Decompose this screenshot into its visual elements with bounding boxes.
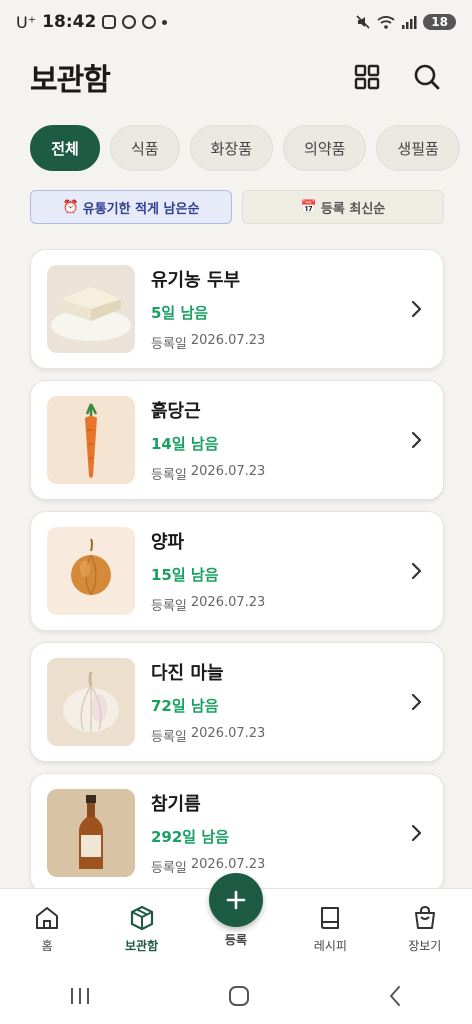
status-time: 18:42 — [42, 12, 97, 32]
grid-icon — [354, 64, 380, 90]
item-remaining: 292일 남음 — [151, 828, 229, 846]
item-registered: 등록일 2026.07.23 — [151, 464, 427, 483]
nav-recipe[interactable]: 레시피 — [295, 905, 365, 954]
item-name: 참기름 — [151, 794, 201, 815]
nav-home-label: 홈 — [41, 939, 53, 953]
item-registered: 등록일 2026.07.23 — [151, 726, 427, 745]
search-button[interactable] — [412, 62, 442, 92]
tofu-image — [47, 265, 135, 353]
app-header: 보관함 — [0, 52, 472, 102]
sort-expiry-label: 유통기한 적게 남은순 — [82, 201, 200, 217]
item-list: 유기농 두부 5일 남음 등록일 2026.07.23 흙당근 14일 남음 등… — [30, 249, 444, 904]
garlic-image — [47, 658, 135, 746]
bottom-nav: 홈 보관함 등록 레시피 장보기 — [0, 873, 472, 968]
battery-indicator: 18 — [423, 14, 456, 30]
list-item[interactable]: 다진 마늘 72일 남음 등록일 2026.07.23 — [30, 642, 444, 762]
registered-date: 2026.07.23 — [190, 595, 266, 610]
category-chip-food[interactable]: 식품 — [110, 125, 180, 171]
item-registered: 등록일 2026.07.23 — [151, 857, 427, 876]
shopping-bag-icon — [414, 905, 435, 929]
more-notifications-icon — [162, 19, 168, 25]
item-name: 양파 — [151, 532, 185, 553]
registered-label: 등록일 — [151, 730, 187, 745]
registered-date: 2026.07.23 — [190, 464, 266, 479]
talk-icon — [142, 15, 157, 29]
sort-recent-button[interactable]: 📅 등록 최신순 — [242, 190, 444, 224]
item-remaining: 14일 남음 — [151, 435, 219, 453]
nav-register-label: 등록 — [224, 933, 248, 947]
category-chip-medicine[interactable]: 의약품 — [283, 125, 367, 171]
registered-date: 2026.07.23 — [190, 726, 266, 741]
item-remaining: 5일 남음 — [151, 304, 209, 322]
register-fab[interactable] — [208, 873, 263, 927]
item-remaining: 72일 남음 — [151, 697, 219, 715]
box-icon — [130, 905, 153, 931]
carrot-image — [47, 396, 135, 484]
category-chip-cosmetics[interactable]: 화장품 — [189, 125, 274, 171]
status-right: 18 — [355, 14, 456, 30]
item-name: 흙당근 — [151, 401, 201, 422]
signal-icon — [402, 16, 417, 29]
system-nav-bar — [0, 968, 472, 1024]
book-icon — [321, 907, 340, 929]
header-actions — [352, 62, 442, 92]
nav-shopping-label: 장보기 — [408, 939, 442, 953]
chevron-right-icon — [411, 300, 422, 318]
search-icon — [414, 64, 440, 90]
mute-icon — [356, 15, 370, 29]
item-info: 다진 마늘 72일 남음 등록일 2026.07.23 — [151, 659, 427, 745]
plus-icon — [226, 890, 246, 910]
chevron-right-icon — [411, 693, 422, 711]
sesame-oil-image — [47, 789, 135, 877]
wifi-icon — [377, 16, 395, 29]
recent-apps-icon[interactable] — [69, 986, 91, 1006]
page-title: 보관함 — [30, 63, 111, 98]
list-item[interactable]: 양파 15일 남음 등록일 2026.07.23 — [30, 511, 444, 631]
item-remaining: 15일 남음 — [151, 566, 219, 584]
registered-label: 등록일 — [151, 337, 187, 352]
nav-recipe-label: 레시피 — [313, 939, 347, 953]
chevron-right-icon — [411, 824, 422, 842]
registered-date: 2026.07.23 — [190, 333, 266, 348]
category-chip-all[interactable]: 전체 — [30, 125, 100, 171]
sort-options: ⏰ 유통기한 적게 남은순 📅 등록 최신순 — [30, 190, 444, 224]
item-info: 유기농 두부 5일 남음 등록일 2026.07.23 — [151, 266, 427, 352]
chevron-right-icon — [411, 431, 422, 449]
home-icon — [36, 907, 59, 929]
nav-register[interactable]: 등록 — [201, 873, 271, 948]
list-item[interactable]: 유기농 두부 5일 남음 등록일 2026.07.23 — [30, 249, 444, 369]
list-item[interactable]: 흙당근 14일 남음 등록일 2026.07.23 — [30, 380, 444, 500]
item-registered: 등록일 2026.07.23 — [151, 595, 427, 614]
item-name: 유기농 두부 — [151, 270, 241, 291]
sort-recent-label: 등록 최신순 — [320, 201, 386, 217]
carrier-label: U⁺ — [16, 12, 37, 32]
item-registered: 등록일 2026.07.23 — [151, 333, 427, 352]
nav-storage[interactable]: 보관함 — [107, 905, 177, 954]
nav-storage-label: 보관함 — [125, 939, 159, 953]
registered-label: 등록일 — [151, 861, 187, 876]
nav-shopping[interactable]: 장보기 — [390, 905, 460, 954]
home-button-icon[interactable] — [228, 985, 250, 1007]
registered-label: 등록일 — [151, 468, 187, 483]
onion-image — [47, 527, 135, 615]
alarm-clock-icon: ⏰ — [62, 199, 79, 215]
category-chip-daily-goods[interactable]: 생필품 — [376, 125, 460, 171]
nav-home[interactable]: 홈 — [12, 905, 82, 954]
registered-label: 등록일 — [151, 599, 187, 614]
status-bar: U⁺ 18:42 18 — [0, 0, 472, 44]
sort-expiry-button[interactable]: ⏰ 유통기한 적게 남은순 — [30, 190, 232, 224]
back-icon[interactable] — [387, 985, 403, 1007]
chevron-right-icon — [411, 562, 422, 580]
item-info: 참기름 292일 남음 등록일 2026.07.23 — [151, 790, 427, 876]
status-left: U⁺ 18:42 — [16, 12, 168, 32]
item-info: 양파 15일 남음 등록일 2026.07.23 — [151, 528, 427, 614]
threads-icon — [122, 15, 137, 29]
item-info: 흙당근 14일 남음 등록일 2026.07.23 — [151, 397, 427, 483]
calendar-icon: 📅 — [300, 199, 317, 215]
grid-view-button[interactable] — [352, 62, 382, 92]
category-filter: 전체 식품 화장품 의약품 생필품 — [30, 125, 460, 171]
instagram-icon — [102, 15, 117, 29]
item-name: 다진 마늘 — [151, 663, 224, 684]
